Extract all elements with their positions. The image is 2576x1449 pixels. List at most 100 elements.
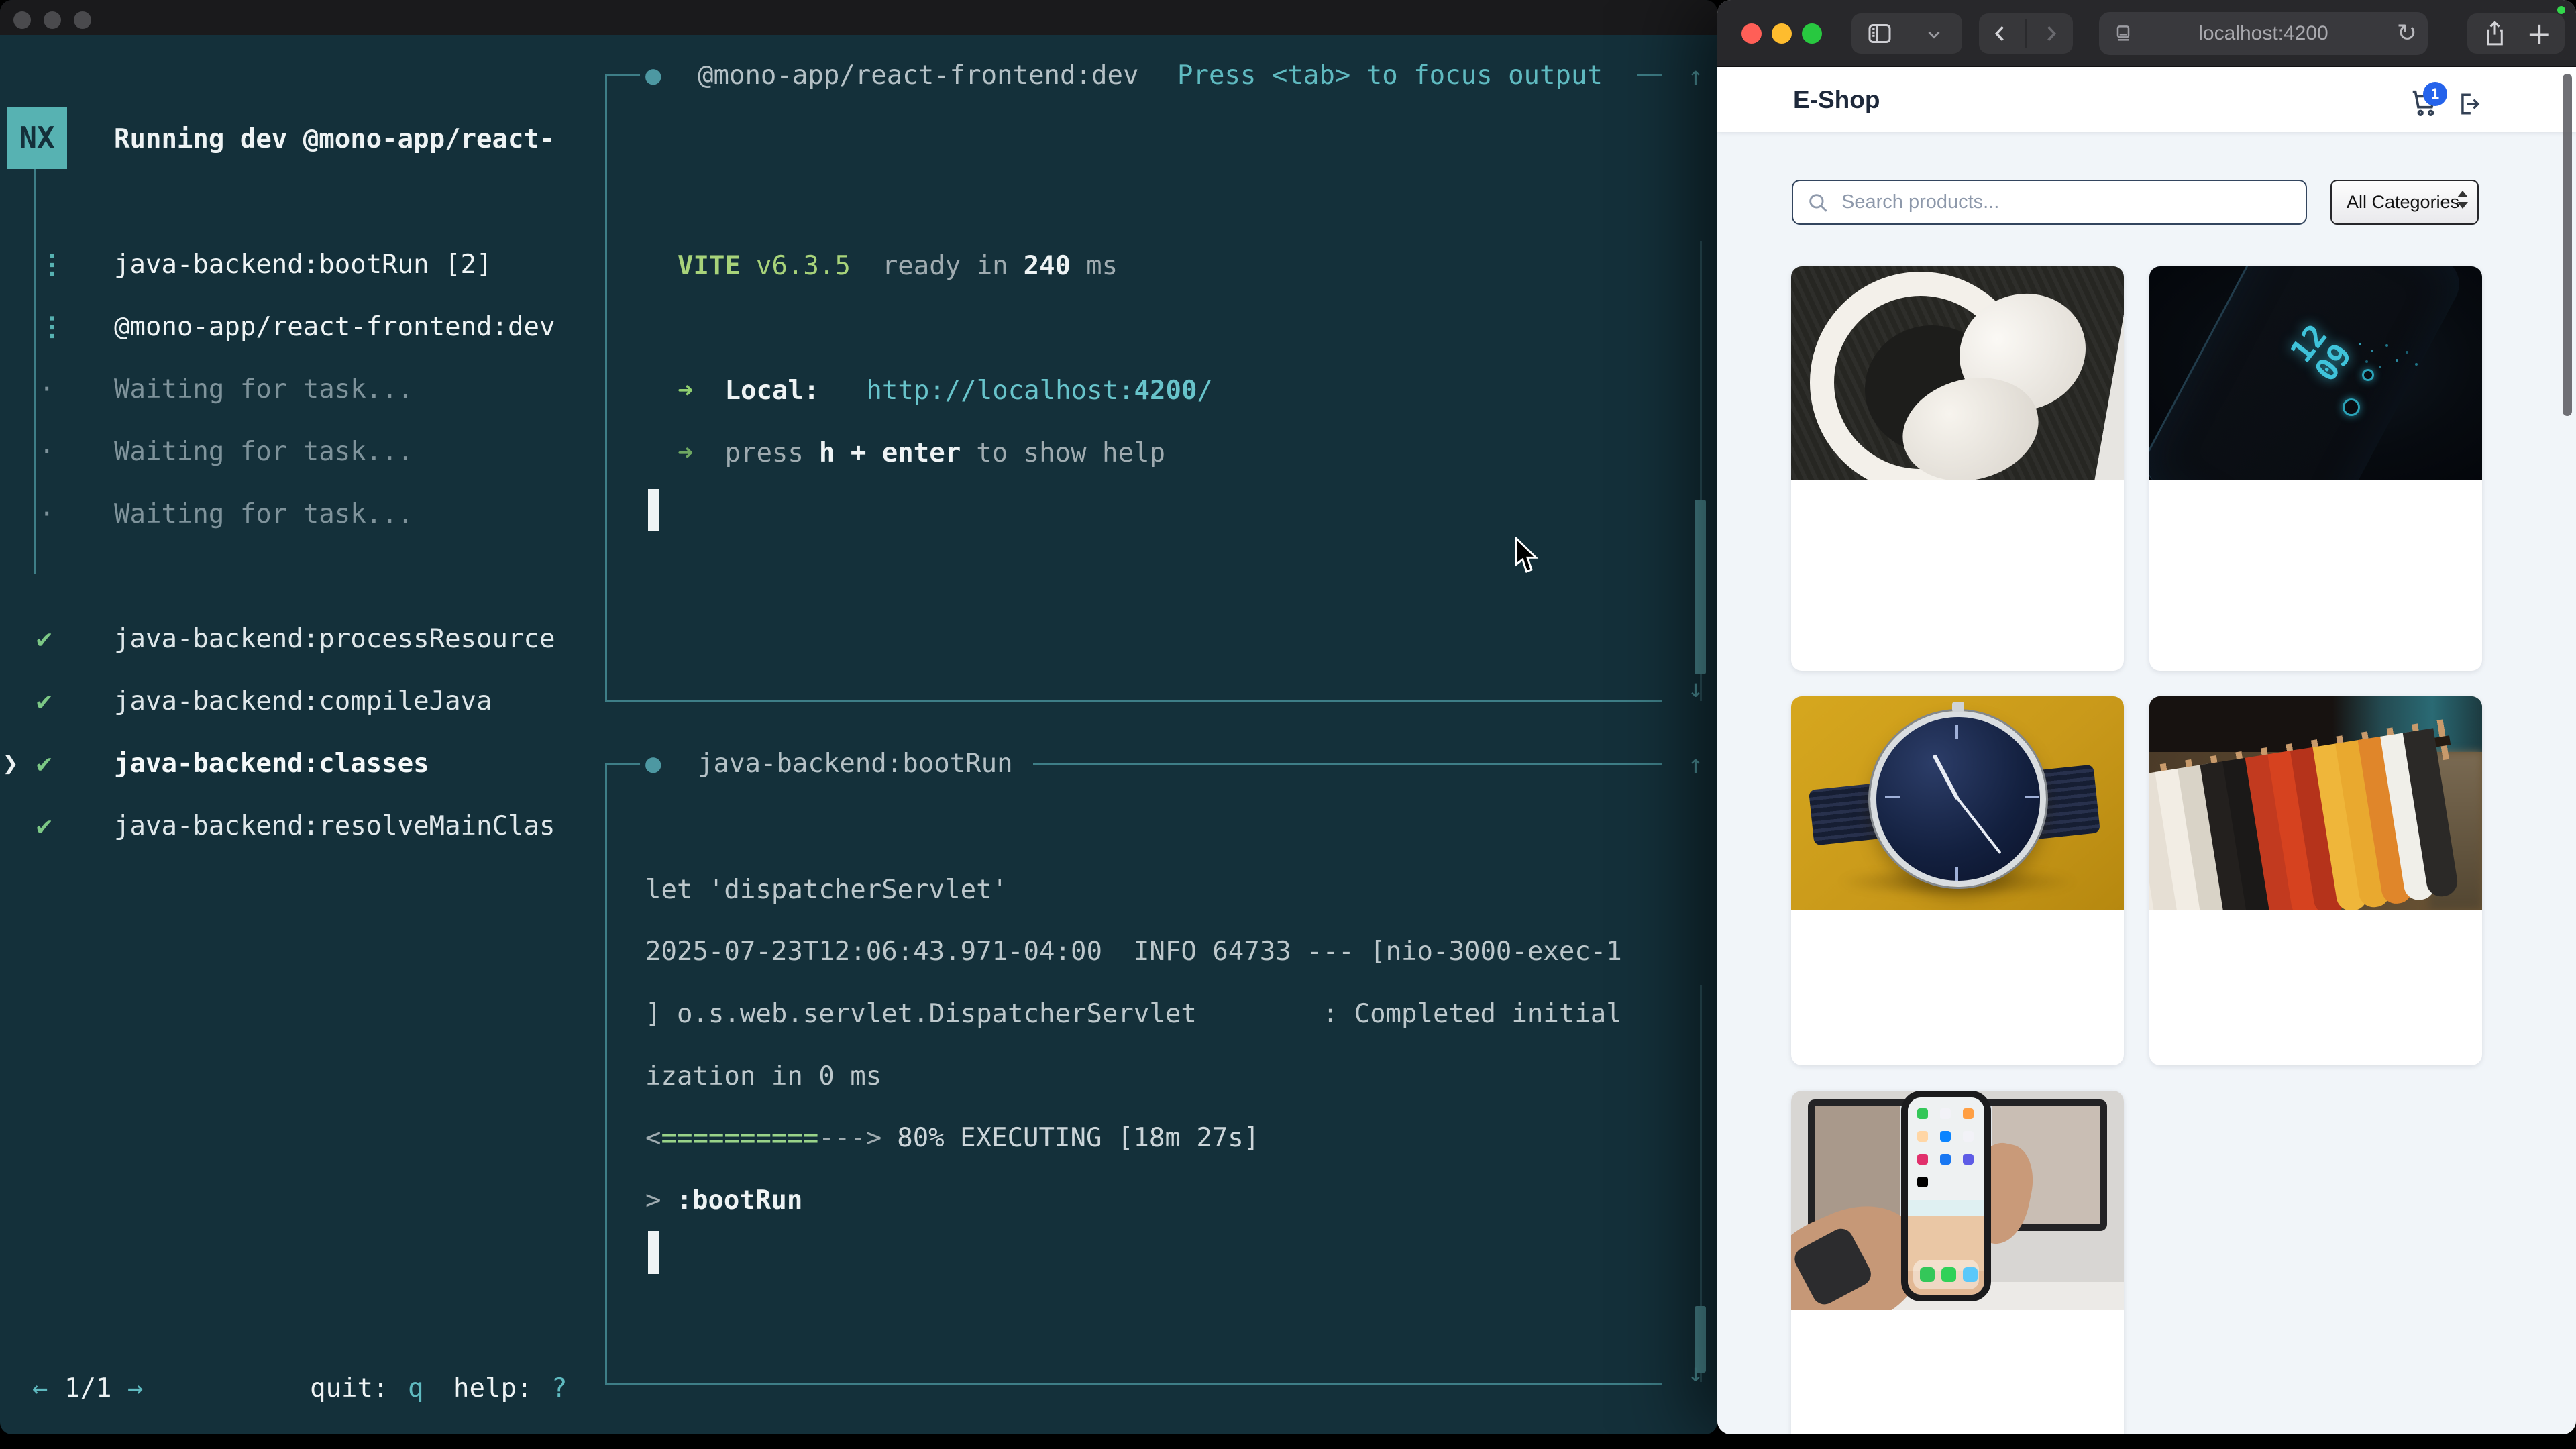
spinner-icon: ⋮ [39, 248, 65, 282]
local-slash[interactable]: / [1197, 376, 1212, 406]
local-url[interactable]: http://localhost: [866, 376, 1134, 406]
search-input[interactable] [1792, 180, 2307, 225]
reload-icon[interactable]: ↻ [2397, 12, 2417, 55]
log-line: ] o.s.web.servlet.DispatcherServlet : Co… [645, 997, 1622, 1032]
scrollbar-thumb[interactable] [1695, 500, 1706, 674]
pane-border [605, 74, 607, 702]
pane-title[interactable]: @mono-app/react-frontend:dev [698, 58, 1138, 93]
nx-logo: NX [7, 107, 67, 169]
terminal-window: NX Running dev @mono-app/react- ⋮ java-b… [0, 0, 1717, 1434]
local-port[interactable]: 4200 [1134, 376, 1197, 406]
done-task[interactable]: java-backend:processResource [114, 622, 555, 657]
chevron-down-icon[interactable] [1924, 24, 1944, 44]
prompt-command: :bootRun [676, 1185, 802, 1216]
vite-ready-label: ready in [882, 251, 1008, 281]
category-select[interactable]: All Categories [2330, 180, 2479, 225]
mouse-cursor [1513, 537, 1540, 574]
help-key[interactable]: ? [551, 1371, 567, 1406]
select-arrows-icon [2457, 191, 2467, 209]
pane-border [1637, 74, 1662, 76]
selected-chevron-icon: ❯ [3, 747, 18, 782]
status-dot [2557, 6, 2565, 14]
pane-border [605, 763, 640, 765]
progress-tail: ---> [818, 1123, 881, 1153]
product-image-headphones [1791, 266, 2124, 480]
pane-title[interactable]: java-backend:bootRun [698, 747, 1013, 782]
vite-ready-line: VITE v6.3.5 ready in 240 ms [678, 249, 1118, 284]
product-card[interactable]: Premium Wireless Headphones $199.99 High… [1791, 266, 2124, 671]
pane-title-rule [1033, 763, 1662, 765]
done-task[interactable]: java-backend:compileJava [114, 684, 492, 719]
task-item[interactable]: java-backend:bootRun [2] [114, 248, 492, 282]
product-image-mouse [1791, 1091, 2124, 1310]
check-icon: ✔ [36, 747, 52, 782]
category-select-value: All Categories [2347, 192, 2459, 212]
check-icon: ✔ [36, 622, 52, 657]
waiting-dot-icon: · [39, 497, 54, 532]
waiting-dot-icon: · [39, 435, 54, 470]
task-item: Waiting for task... [114, 435, 413, 470]
page-scrollbar-thumb[interactable] [2563, 74, 2572, 416]
vite-brand: VITE [678, 251, 741, 281]
press-label: press [724, 438, 803, 468]
waiting-dot-icon: · [39, 372, 54, 407]
url-text[interactable]: localhost:4200 [2099, 12, 2428, 55]
scroll-down-icon[interactable]: ↓ [1688, 1355, 1703, 1390]
search-icon [1807, 191, 1829, 214]
terminal-cursor [648, 489, 659, 531]
vite-unit: ms [1086, 251, 1118, 281]
close-button[interactable] [13, 11, 31, 29]
task-item[interactable]: @mono-app/react-frontend:dev [114, 310, 555, 345]
new-tab-icon[interactable]: + [2526, 15, 2553, 52]
quit-key[interactable]: q [408, 1371, 423, 1406]
product-card[interactable]: Wireless Gaming Mouse $79.99 High-perfor… [1791, 1091, 2124, 1434]
logout-icon[interactable] [2455, 89, 2484, 119]
product-grid: Premium Wireless Headphones $199.99 High… [1791, 266, 2482, 1434]
pane-border [605, 74, 640, 76]
local-url-line: ➜Local:http://localhost:4200/ [678, 374, 1213, 409]
help-keys: h + enter [819, 438, 961, 468]
zoom-button[interactable] [1802, 23, 1822, 44]
progress-label: 80% EXECUTING [18m 27s] [897, 1123, 1259, 1153]
product-card[interactable]: Designer Watch $299.99 Elegant designer … [1791, 696, 2124, 1065]
action-button-group: + [2467, 13, 2565, 54]
share-icon[interactable] [2482, 19, 2508, 48]
gradle-progress-line: <==========--->80% EXECUTING [18m 27s] [645, 1121, 1259, 1156]
scroll-up-icon[interactable]: ↑ [1688, 747, 1703, 782]
done-task-selected[interactable]: java-backend:classes [114, 747, 429, 782]
shop-header: E-Shop 1 [1717, 67, 2576, 132]
scroll-down-icon[interactable]: ↓ [1688, 671, 1703, 706]
terminal-cursor [648, 1231, 659, 1274]
pager-count: 1/1 [64, 1371, 111, 1406]
minimize-button[interactable] [44, 11, 61, 29]
shop-page: E-Shop 1 All Categories [1717, 67, 2576, 1434]
vite-time: 240 [1024, 251, 1071, 281]
nav-button-group [1979, 13, 2073, 54]
product-card[interactable]: 1209 Smartphone 13 Pro $999.99 Latest sm… [2149, 266, 2482, 671]
log-line: let 'dispatcherServlet' [645, 873, 1008, 908]
vite-version: v6.3.5 [756, 251, 851, 281]
help-hint-line: ➜ press h + enter to show help [678, 436, 1165, 471]
done-task[interactable]: java-backend:resolveMainClas [114, 809, 555, 844]
progress-filled: ========== [661, 1123, 818, 1153]
close-button[interactable] [1741, 23, 1762, 44]
product-card[interactable]: Premium Cotton T-Shirt $29.99 Soft and c… [2149, 696, 2482, 1065]
help-post: to show help [976, 438, 1165, 468]
task-item: Waiting for task... [114, 372, 413, 407]
minimize-button[interactable] [1772, 23, 1792, 44]
spinner-icon: ⋮ [39, 310, 65, 345]
pager-right-icon[interactable]: → [127, 1371, 143, 1406]
log-line: 2025-07-23T12:06:43.971-04:00 INFO 64733… [645, 934, 1622, 969]
back-button[interactable] [1989, 20, 2012, 47]
forward-button[interactable] [2039, 20, 2062, 47]
zoom-button[interactable] [74, 11, 91, 29]
terminal-titlebar[interactable] [0, 0, 1717, 35]
address-bar[interactable]: localhost:4200 ↻ [2099, 12, 2428, 55]
prompt-chevron-icon: > [645, 1185, 661, 1216]
quit-label: quit: [310, 1371, 388, 1406]
pager-left-icon[interactable]: ← [32, 1371, 48, 1406]
arrow-icon: ➜ [678, 438, 693, 468]
arrow-icon: ➜ [678, 376, 693, 406]
sidebar-toggle-icon[interactable] [1866, 20, 1893, 47]
scroll-up-icon[interactable]: ↑ [1688, 58, 1703, 93]
